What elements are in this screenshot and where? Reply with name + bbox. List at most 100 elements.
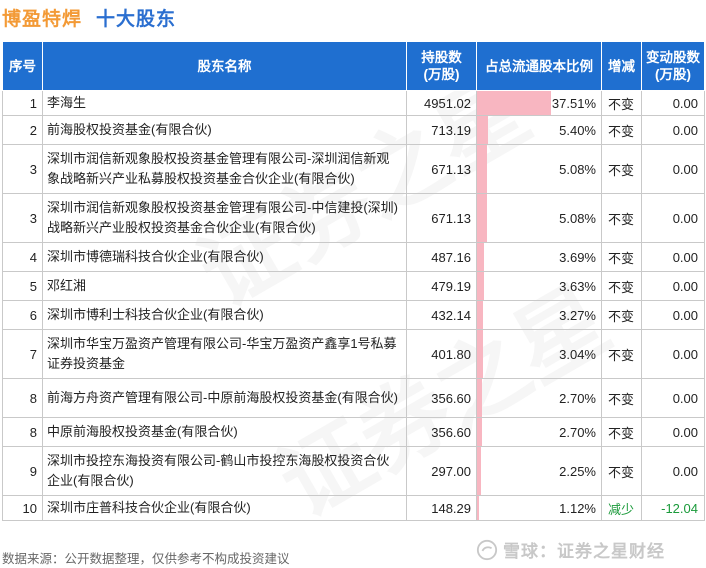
cell-trend: 不变 <box>601 115 642 145</box>
cell-change: 0.00 <box>641 271 705 301</box>
cell-rank: 9 <box>2 446 43 496</box>
cell-change: 0.00 <box>641 329 705 379</box>
snowball-logo-icon <box>476 539 498 560</box>
ratio-bar <box>477 379 483 417</box>
ratio-value: 2.25% <box>559 463 596 479</box>
cell-change: 0.00 <box>641 193 705 243</box>
cell-holder-name: 李海生 <box>42 90 407 116</box>
cell-rank: 8 <box>2 417 43 447</box>
cell-rank: 8 <box>2 378 43 418</box>
cell-ratio: 3.69% <box>476 242 602 272</box>
col-header-shares-line1: 持股数 <box>421 50 462 65</box>
cell-shares: 148.29 <box>406 495 477 521</box>
ratio-value: 3.63% <box>559 278 596 294</box>
ratio-value: 5.40% <box>559 122 596 138</box>
table-row: 5 邓红湘 479.19 3.63% 不变 0.00 <box>2 271 705 301</box>
ratio-value: 5.08% <box>559 210 596 226</box>
ratio-bar <box>477 116 488 144</box>
ratio-value: 3.69% <box>559 249 596 265</box>
cell-change: -12.04 <box>641 495 705 521</box>
ratio-value: 1.12% <box>559 500 596 516</box>
cell-trend: 不变 <box>601 271 642 301</box>
col-header-rank: 序号 <box>2 41 43 91</box>
ratio-bar <box>477 194 488 242</box>
table-row: 2 前海股权投资基金(有限合伙) 713.19 5.40% 不变 0.00 <box>2 115 705 145</box>
table-row: 3 深圳市润信新观象股权投资基金管理有限公司-深圳润信新观象战略新兴产业私募股权投… <box>2 144 705 194</box>
cell-rank: 10 <box>2 495 43 521</box>
cell-shares: 713.19 <box>406 115 477 145</box>
data-source-note: 数据来源：公开数据整理，仅供参考不构成投资建议 <box>2 552 290 566</box>
cell-shares: 4951.02 <box>406 90 477 116</box>
cell-ratio: 37.51% <box>476 90 602 116</box>
ratio-value: 2.70% <box>559 424 596 440</box>
section-title: 十大股东 <box>96 8 177 30</box>
ratio-value: 37.51% <box>551 95 596 111</box>
table-row: 8 中原前海股权投资基金(有限合伙) 356.60 2.70% 不变 0.00 <box>2 417 705 447</box>
table-body: 1 李海生 4951.02 37.51% 不变 0.00 2 前海股权投资基金(有限合伙) 71… <box>2 90 705 521</box>
cell-trend: 不变 <box>601 417 642 447</box>
ratio-value: 5.08% <box>559 161 596 177</box>
cell-trend: 不变 <box>601 378 642 418</box>
cell-ratio: 1.12% <box>476 495 602 521</box>
cell-ratio: 2.70% <box>476 378 602 418</box>
ratio-bar <box>477 145 488 193</box>
col-header-trend: 增减 <box>601 41 642 91</box>
table-row: 8 前海方舟资产管理有限公司-中原前海股权投资基金(有限合伙) 356.60 2.70… <box>2 378 705 418</box>
cell-rank: 4 <box>2 242 43 272</box>
ratio-bar <box>477 91 552 115</box>
table-row: 10 深圳市庄普科技合伙企业(有限合伙) 148.29 1.12% 减少 -12.04 <box>2 495 705 521</box>
cell-holder-name: 前海股权投资基金(有限合伙) <box>42 115 407 145</box>
cell-ratio: 2.70% <box>476 417 602 447</box>
ratio-bar <box>477 496 480 520</box>
ratio-bar <box>477 330 484 378</box>
ratio-bar <box>477 447 482 495</box>
ratio-value: 3.27% <box>559 307 596 323</box>
col-header-shares: 持股数 (万股) <box>406 41 477 91</box>
cell-holder-name: 深圳市投控东海投资有限公司-鹤山市投控东海股权投资合伙企业(有限合伙) <box>42 446 407 496</box>
cell-change: 0.00 <box>641 378 705 418</box>
cell-rank: 2 <box>2 115 43 145</box>
table-row: 4 深圳市博德瑞科技合伙企业(有限合伙) 487.16 3.69% 不变 0.00 <box>2 242 705 272</box>
cell-shares: 487.16 <box>406 242 477 272</box>
cell-trend: 不变 <box>601 193 642 243</box>
col-header-name: 股东名称 <box>42 41 407 91</box>
table-header-row: 序号 股东名称 持股数 (万股) 占总流通股本比例 增减 变动股数 (万股) <box>2 41 705 91</box>
cell-rank: 6 <box>2 300 43 330</box>
ratio-bar <box>477 418 483 446</box>
table-row: 7 深圳市华宝万盈资产管理有限公司-华宝万盈资产鑫享1号私募证券投资基金 401.8… <box>2 329 705 379</box>
cell-trend: 减少 <box>601 495 642 521</box>
cell-trend: 不变 <box>601 300 642 330</box>
cell-rank: 5 <box>2 271 43 301</box>
cell-change: 0.00 <box>641 300 705 330</box>
ratio-value: 2.70% <box>559 390 596 406</box>
cell-shares: 297.00 <box>406 446 477 496</box>
cell-holder-name: 深圳市润信新观象股权投资基金管理有限公司-深圳润信新观象战略新兴产业私募股权投资… <box>42 144 407 194</box>
shareholders-table: 序号 股东名称 持股数 (万股) 占总流通股本比例 增减 变动股数 (万股) 1… <box>2 41 705 521</box>
cell-rank: 3 <box>2 193 43 243</box>
cell-holder-name: 深圳市博德瑞科技合伙企业(有限合伙) <box>42 242 407 272</box>
cell-trend: 不变 <box>601 90 642 116</box>
col-header-change-line1: 变动股数 <box>646 50 700 65</box>
cell-change: 0.00 <box>641 446 705 496</box>
cell-ratio: 3.63% <box>476 271 602 301</box>
col-header-shares-line2: (万股) <box>423 67 460 82</box>
cell-trend: 不变 <box>601 144 642 194</box>
cell-change: 0.00 <box>641 417 705 447</box>
col-header-ratio: 占总流通股本比例 <box>476 41 602 91</box>
cell-change: 0.00 <box>641 90 705 116</box>
cell-ratio: 2.25% <box>476 446 602 496</box>
cell-ratio: 3.27% <box>476 300 602 330</box>
table-row: 9 深圳市投控东海投资有限公司-鹤山市投控东海股权投资合伙企业(有限合伙) 297.… <box>2 446 705 496</box>
cell-ratio: 3.04% <box>476 329 602 379</box>
table-row: 1 李海生 4951.02 37.51% 不变 0.00 <box>2 90 705 116</box>
cell-ratio: 5.08% <box>476 193 602 243</box>
cell-shares: 671.13 <box>406 144 477 194</box>
ratio-bar <box>477 243 485 271</box>
cell-holder-name: 前海方舟资产管理有限公司-中原前海股权投资基金(有限合伙) <box>42 378 407 418</box>
cell-shares: 356.60 <box>406 417 477 447</box>
cell-trend: 不变 <box>601 446 642 496</box>
cell-holder-name: 邓红湘 <box>42 271 407 301</box>
cell-holder-name: 深圳市润信新观象股权投资基金管理有限公司-中信建投(深圳)战略新兴产业股权投资基… <box>42 193 407 243</box>
cell-ratio: 5.40% <box>476 115 602 145</box>
ratio-value: 3.04% <box>559 346 596 362</box>
